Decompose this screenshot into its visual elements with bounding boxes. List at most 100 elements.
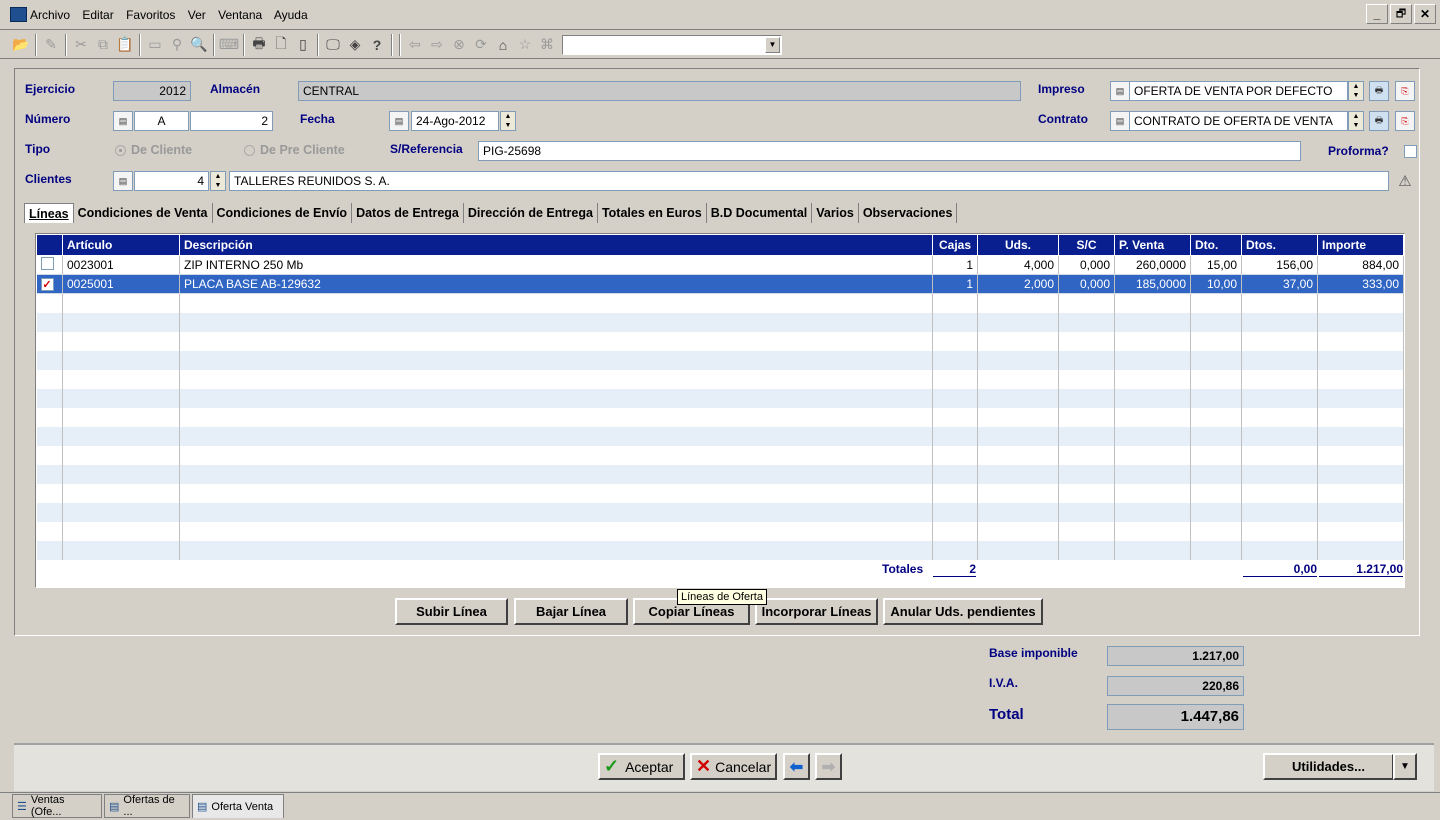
- empty-cell[interactable]: [36, 388, 63, 408]
- empty-cell[interactable]: [179, 293, 933, 313]
- empty-row[interactable]: [36, 388, 1404, 408]
- empty-cell[interactable]: [179, 331, 933, 351]
- empty-cell[interactable]: [977, 369, 1059, 389]
- empty-cell[interactable]: [1058, 426, 1115, 446]
- cell-articulo[interactable]: 0023001: [62, 255, 180, 275]
- window-icon[interactable]: ▭: [144, 34, 166, 56]
- empty-row[interactable]: [36, 464, 1404, 484]
- empty-cell[interactable]: [62, 464, 180, 484]
- copy-icon[interactable]: ⧉: [92, 34, 114, 56]
- empty-cell[interactable]: [932, 388, 978, 408]
- printer-icon[interactable]: 🖶: [1369, 111, 1389, 131]
- empty-cell[interactable]: [1058, 388, 1115, 408]
- col-dtos[interactable]: Dtos.: [1241, 234, 1318, 256]
- row-checkbox[interactable]: ✓: [40, 278, 54, 291]
- cell-sc[interactable]: 0,000: [1058, 274, 1115, 294]
- menu-editar[interactable]: Editar: [82, 8, 113, 22]
- next-arrow-icon[interactable]: ➡: [815, 753, 842, 780]
- empty-cell[interactable]: [932, 521, 978, 541]
- col-cajas[interactable]: Cajas: [932, 234, 978, 256]
- minimize-button[interactable]: _: [1366, 4, 1388, 24]
- empty-cell[interactable]: [1058, 312, 1115, 332]
- empty-cell[interactable]: [1190, 407, 1242, 427]
- calendar-icon[interactable]: ▤: [389, 111, 409, 131]
- cell-uds[interactable]: 2,000: [977, 274, 1059, 294]
- empty-cell[interactable]: [1058, 445, 1115, 465]
- empty-cell[interactable]: [977, 331, 1059, 351]
- pdf-icon[interactable]: ⎘: [1395, 81, 1415, 101]
- empty-cell[interactable]: [1058, 331, 1115, 351]
- col-dto[interactable]: Dto.: [1190, 234, 1242, 256]
- task-ventas[interactable]: ☰ Ventas (Ofe...: [12, 794, 102, 818]
- empty-cell[interactable]: [179, 483, 933, 503]
- empty-cell[interactable]: [1114, 293, 1191, 313]
- menu-ver[interactable]: Ver: [188, 8, 206, 22]
- empty-cell[interactable]: [1114, 502, 1191, 522]
- incorporar-lineas-button[interactable]: Incorporar Líneas: [755, 598, 878, 625]
- edit-icon[interactable]: ✎: [40, 34, 62, 56]
- monitor-icon[interactable]: 🖵: [322, 34, 344, 56]
- cell-dto[interactable]: 10,00: [1190, 274, 1242, 294]
- empty-cell[interactable]: [1058, 521, 1115, 541]
- empty-cell[interactable]: [36, 464, 63, 484]
- col-importe[interactable]: Importe: [1317, 234, 1404, 256]
- empty-cell[interactable]: [36, 407, 63, 427]
- empty-cell[interactable]: [1190, 350, 1242, 370]
- history-icon[interactable]: ⌘: [536, 34, 558, 56]
- empty-cell[interactable]: [1190, 502, 1242, 522]
- empty-cell[interactable]: [1317, 502, 1404, 522]
- empty-row[interactable]: [36, 426, 1404, 446]
- empty-cell[interactable]: [932, 350, 978, 370]
- empty-cell[interactable]: [1114, 426, 1191, 446]
- empty-cell[interactable]: [62, 331, 180, 351]
- empty-cell[interactable]: [36, 483, 63, 503]
- empty-cell[interactable]: [62, 388, 180, 408]
- empty-row[interactable]: [36, 502, 1404, 522]
- empty-cell[interactable]: [1241, 407, 1318, 427]
- col-descripcion[interactable]: Descripción: [179, 234, 933, 256]
- home-icon[interactable]: ⌂: [492, 34, 514, 56]
- empty-cell[interactable]: [1190, 331, 1242, 351]
- empty-cell[interactable]: [977, 464, 1059, 484]
- back-arrow-icon[interactable]: ⇦: [404, 34, 426, 56]
- row-checkbox-cell[interactable]: ✓: [36, 274, 63, 294]
- empty-cell[interactable]: [1190, 445, 1242, 465]
- empty-cell[interactable]: [179, 521, 933, 541]
- restore-button[interactable]: 🗗: [1390, 4, 1412, 24]
- empty-cell[interactable]: [1058, 483, 1115, 503]
- empty-cell[interactable]: [1058, 350, 1115, 370]
- empty-cell[interactable]: [1317, 312, 1404, 332]
- empty-cell[interactable]: [179, 502, 933, 522]
- menu-archivo[interactable]: Archivo: [30, 8, 70, 22]
- help-icon[interactable]: ?: [366, 34, 388, 56]
- menu-ventana[interactable]: Ventana: [218, 8, 262, 22]
- proforma-checkbox[interactable]: [1404, 145, 1417, 158]
- empty-cell[interactable]: [1241, 483, 1318, 503]
- empty-cell[interactable]: [62, 407, 180, 427]
- impreso-spinner[interactable]: ▲ ▼: [1348, 81, 1364, 101]
- impreso-field[interactable]: OFERTA DE VENTA POR DEFECTO: [1129, 81, 1348, 101]
- tab-bd-documental[interactable]: B.D Documental: [707, 203, 813, 223]
- favorites-icon[interactable]: ☆: [514, 34, 536, 56]
- empty-cell[interactable]: [977, 521, 1059, 541]
- empty-cell[interactable]: [62, 521, 180, 541]
- row-checkbox[interactable]: [40, 257, 54, 270]
- contrato-field[interactable]: CONTRATO DE OFERTA DE VENTA: [1129, 111, 1348, 131]
- col-sc[interactable]: S/C: [1058, 234, 1115, 256]
- tipo-radio-cliente[interactable]: De Cliente: [115, 143, 192, 157]
- empty-cell[interactable]: [1241, 445, 1318, 465]
- empty-cell[interactable]: [1190, 426, 1242, 446]
- empty-cell[interactable]: [932, 540, 978, 560]
- stop-icon[interactable]: ⊗: [448, 34, 470, 56]
- empty-cell[interactable]: [179, 540, 933, 560]
- empty-cell[interactable]: [932, 293, 978, 313]
- binoculars-icon[interactable]: ⚲: [166, 34, 188, 56]
- empty-cell[interactable]: [977, 350, 1059, 370]
- col-pventa[interactable]: P. Venta: [1114, 234, 1191, 256]
- cell-dtos[interactable]: 156,00: [1241, 255, 1318, 275]
- empty-cell[interactable]: [36, 445, 63, 465]
- table-row[interactable]: ✓ 0025001 PLACA BASE AB-129632 1 2,000 0…: [36, 274, 1404, 294]
- empty-cell[interactable]: [977, 502, 1059, 522]
- empty-cell[interactable]: [1190, 483, 1242, 503]
- cell-dto[interactable]: 15,00: [1190, 255, 1242, 275]
